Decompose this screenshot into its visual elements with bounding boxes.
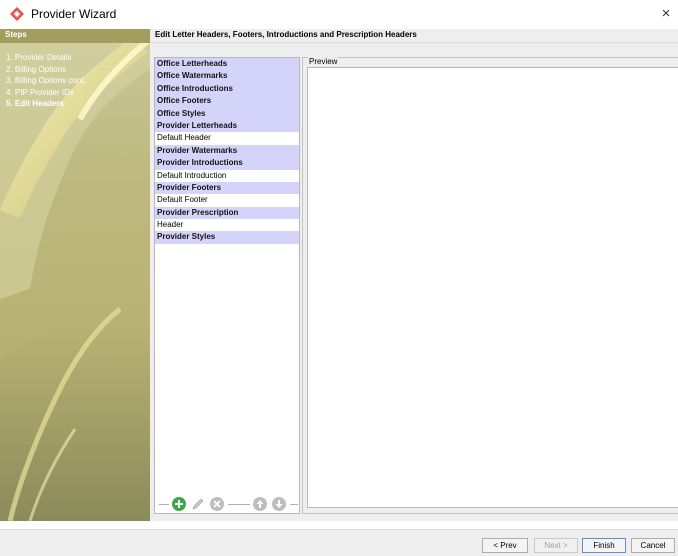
tree-group-row[interactable]: Office Introductions — [155, 82, 299, 96]
toolbar-divider — [228, 504, 250, 505]
tree-group-row[interactable]: Office Watermarks — [155, 70, 299, 83]
tree-group-row[interactable]: Provider Watermarks — [155, 144, 299, 158]
tree-group-row[interactable]: Provider Introductions — [155, 157, 299, 170]
edit-icon — [192, 498, 204, 510]
delete-icon — [210, 497, 224, 511]
step-list: 1. Provider Details 2. Billing Options 3. … — [6, 52, 86, 110]
next-button[interactable]: Next > — [534, 538, 578, 553]
add-button[interactable] — [171, 496, 187, 512]
step-item: 5. Edit Headers — [6, 99, 64, 108]
step-item: 4. PIP Provider IDs — [6, 87, 74, 97]
toolbar-divider — [159, 504, 169, 505]
move-down-button[interactable] — [271, 496, 287, 512]
tree-group-row[interactable]: Provider Letterheads — [155, 119, 299, 133]
steps-header: Steps — [0, 29, 150, 43]
page-title: Edit Letter Headers, Footers, Introducti… — [155, 30, 417, 39]
tree-item-row[interactable]: Default Header — [155, 132, 299, 145]
move-up-icon — [253, 497, 267, 511]
content-header: Edit Letter Headers, Footers, Introducti… — [150, 29, 678, 43]
tree-group-row[interactable]: Provider Styles — [155, 231, 299, 244]
title-bar: Provider Wizard × — [0, 0, 678, 29]
tree-group-row[interactable]: Office Styles — [155, 107, 299, 120]
tree-item-row[interactable]: Header — [155, 219, 299, 232]
add-icon — [172, 497, 186, 511]
tree-item-row[interactable]: Default Footer — [155, 194, 299, 207]
preview-group: Preview — [302, 57, 678, 514]
header-tree[interactable]: Office Letterheads Office Watermarks Offic… — [155, 58, 299, 244]
preview-pane — [307, 67, 678, 508]
tree-group-row[interactable]: Office Letterheads — [155, 58, 299, 71]
step-item: 1. Provider Details — [6, 53, 72, 62]
toolbar-divider — [290, 504, 298, 505]
step-item: 2. Billing Options — [6, 64, 67, 74]
step-item: 3. Billing Options cont. — [6, 76, 86, 85]
window-title: Provider Wizard — [31, 7, 117, 21]
preview-label: Preview — [308, 57, 339, 66]
tree-item-row[interactable]: Default Introduction — [155, 169, 299, 182]
app-icon — [10, 7, 24, 21]
tree-toolbar — [155, 495, 299, 513]
steps-header-label: Steps — [5, 30, 27, 39]
close-button[interactable]: × — [658, 5, 674, 23]
wizard-footer: < Prev Next > Finish Cancel — [0, 529, 678, 556]
delete-button[interactable] — [209, 496, 225, 512]
steps-sidebar: Steps 1. Provider Details 2. Billing Opti… — [0, 29, 150, 521]
move-down-icon — [272, 497, 286, 511]
header-tree-panel: Office Letterheads Office Watermarks Offic… — [154, 57, 300, 514]
finish-button[interactable]: Finish — [582, 538, 626, 553]
prev-button[interactable]: < Prev — [482, 538, 528, 553]
tree-group-row[interactable]: Provider Prescription — [155, 206, 299, 220]
tree-group-row[interactable]: Office Footers — [155, 95, 299, 108]
edit-button[interactable] — [190, 496, 206, 512]
cancel-button[interactable]: Cancel — [631, 538, 675, 553]
tree-group-row[interactable]: Provider Footers — [155, 181, 299, 195]
move-up-button[interactable] — [252, 496, 268, 512]
